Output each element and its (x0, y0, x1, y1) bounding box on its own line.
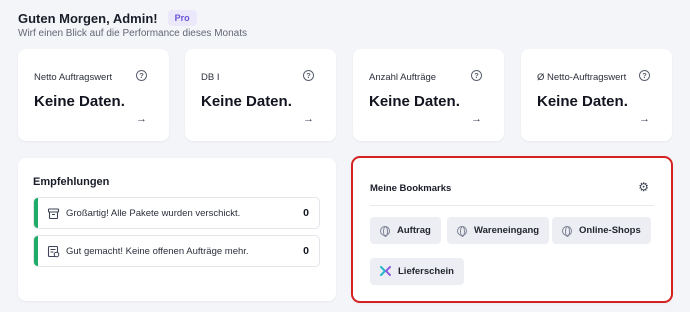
kpi-label: DB I (201, 72, 220, 83)
globe-icon (457, 225, 467, 237)
recommendation-item[interactable]: Gut gemacht! Keine offenen Aufträge mehr… (33, 235, 320, 267)
kpi-value: Keine Daten. (34, 93, 125, 110)
gear-icon[interactable]: ⚙ (638, 181, 649, 193)
bookmark-auftrag[interactable]: Auftrag (370, 217, 441, 244)
page-subtitle: Wirf einen Blick auf die Performance die… (18, 28, 247, 39)
help-icon[interactable]: ? (136, 70, 147, 81)
bookmark-wareneingang[interactable]: Wareneingang (447, 217, 550, 244)
page-title: Guten Morgen, Admin! (18, 10, 158, 26)
help-icon[interactable]: ? (303, 70, 314, 81)
recommendations-title: Empfehlungen (33, 176, 110, 188)
kpi-value: Keine Daten. (537, 93, 628, 110)
kpi-card-avg-netto-auftragswert[interactable]: Ø Netto-Auftragswert ? Keine Daten. → (521, 49, 672, 141)
bookmark-lieferschein[interactable]: Lieferschein (370, 258, 464, 285)
kpi-card-anzahl-auftraege[interactable]: Anzahl Aufträge ? Keine Daten. → (353, 49, 504, 141)
globe-icon (562, 225, 572, 237)
recommendation-count: 0 (303, 245, 309, 257)
bookmark-online-shops[interactable]: Online-Shops (552, 217, 651, 244)
kpi-label: Anzahl Aufträge (369, 72, 437, 83)
kpi-card-netto-auftragswert[interactable]: Netto Auftragswert ? Keine Daten. → (18, 49, 169, 141)
kpi-label: Ø Netto-Auftragswert (537, 72, 627, 83)
divider (370, 205, 654, 206)
bookmark-label: Wareneingang (474, 225, 540, 236)
package-icon (47, 208, 60, 220)
arrow-right-icon[interactable]: → (136, 113, 147, 125)
bookmark-label: Online-Shops (579, 225, 641, 236)
kpi-value: Keine Daten. (201, 93, 292, 110)
app-logo-icon (380, 266, 391, 276)
arrow-right-icon[interactable]: → (639, 113, 650, 125)
recommendation-text: Gut gemacht! Keine offenen Aufträge mehr… (66, 246, 249, 257)
status-bar (34, 236, 38, 266)
kpi-label: Netto Auftragswert (34, 72, 113, 83)
kpi-value: Keine Daten. (369, 93, 460, 110)
help-icon[interactable]: ? (471, 70, 482, 81)
arrow-right-icon[interactable]: → (471, 113, 482, 125)
plan-badge: Pro (167, 10, 197, 26)
recommendations-card: Empfehlungen Großartig! Alle Pakete wurd… (18, 158, 336, 301)
order-icon (47, 245, 60, 258)
recommendation-count: 0 (303, 207, 309, 219)
status-bar (34, 198, 38, 228)
recommendation-text: Großartig! Alle Pakete wurden verschickt… (66, 208, 241, 219)
recommendation-item[interactable]: Großartig! Alle Pakete wurden verschickt… (33, 197, 320, 229)
arrow-right-icon[interactable]: → (303, 113, 314, 125)
bookmark-label: Auftrag (397, 225, 431, 236)
globe-icon (380, 225, 390, 237)
help-icon[interactable]: ? (639, 70, 650, 81)
bookmarks-card: Meine Bookmarks ⚙ Auftrag Wareneingang O… (351, 156, 673, 303)
bookmark-label: Lieferschein (398, 266, 454, 277)
bookmarks-title: Meine Bookmarks (370, 183, 452, 194)
kpi-card-db-i[interactable]: DB I ? Keine Daten. → (185, 49, 336, 141)
greeting-row: Guten Morgen, Admin! Pro (18, 10, 197, 26)
